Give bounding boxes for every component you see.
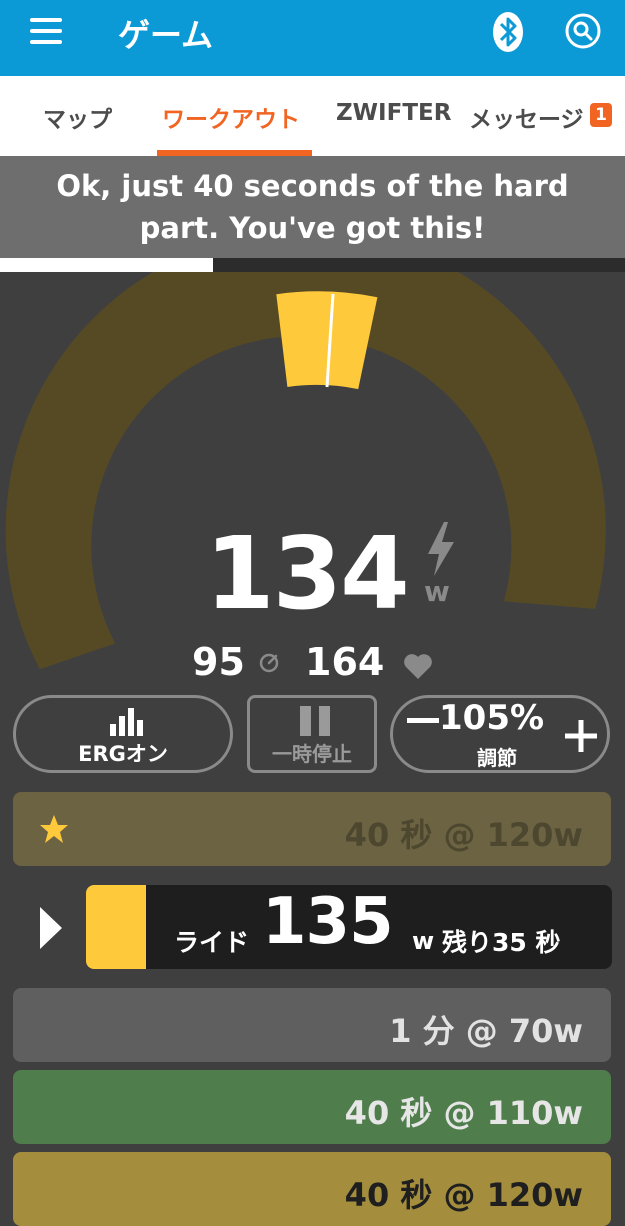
page-title: ゲーム — [118, 16, 214, 54]
intensity-value: 105% — [439, 698, 545, 738]
tab-map[interactable]: マップ — [43, 100, 112, 134]
erg-bars-icon — [110, 708, 143, 736]
current-interval-marker-icon — [40, 907, 62, 949]
interval-label: 40 秒 @ 110w — [344, 1094, 583, 1132]
intensity-label: 調節 — [477, 746, 517, 770]
workout-progress-fill — [0, 258, 213, 272]
account-search-icon[interactable] — [564, 12, 602, 50]
tab-messages[interactable]: メッセージ — [469, 100, 584, 134]
ride-label: ライド — [174, 928, 250, 957]
coach-message-text: Ok, just 40 seconds of the hard part. Yo… — [56, 169, 569, 245]
interval-next-2: 40 秒 @ 110w — [13, 1070, 611, 1144]
erg-label: ERGオン — [78, 742, 168, 766]
menu-icon[interactable] — [30, 18, 62, 46]
time-remaining: 残り35 秒 — [442, 928, 561, 957]
lightning-bolt-icon — [428, 522, 454, 576]
interval-label: 40 秒 @ 120w — [344, 1176, 583, 1214]
coach-message: Ok, just 40 seconds of the hard part. Yo… — [0, 156, 625, 258]
interval-current: ライド 135 w 残り35 秒 — [86, 885, 612, 969]
target-power-unit: w — [412, 927, 435, 955]
cadence-icon — [259, 653, 279, 673]
current-interval-zone-bar — [86, 885, 146, 969]
interval-previous: 40 秒 @ 120w — [13, 792, 611, 866]
interval-label: 1 分 @ 70w — [389, 1012, 583, 1050]
target-power-value: 135 — [262, 885, 394, 959]
increase-intensity-button[interactable] — [565, 720, 597, 752]
pause-button[interactable]: 一時停止 — [247, 695, 377, 773]
heart-icon — [404, 654, 432, 679]
pause-label: 一時停止 — [272, 742, 352, 766]
interval-next-1: 1 分 @ 70w — [13, 988, 611, 1062]
heart-rate-value: 164 — [305, 640, 385, 684]
app-header: ゲーム — [0, 0, 625, 76]
interval-next-3: 40 秒 @ 120w — [13, 1152, 611, 1226]
power-value: 134 — [205, 515, 410, 632]
erg-toggle-button[interactable]: ERGオン — [13, 695, 233, 773]
interval-label: 40 秒 @ 120w — [344, 816, 583, 854]
tab-zwifter[interactable]: ZWIFTER — [336, 100, 451, 126]
workout-progress-bar — [0, 258, 625, 272]
power-unit: w — [424, 575, 450, 608]
tab-bar: マップ ワークアウト ZWIFTER メッセージ 1 — [0, 76, 625, 156]
messages-badge: 1 — [590, 103, 612, 127]
cadence-value: 95 — [192, 640, 245, 684]
tab-workout[interactable]: ワークアウト — [162, 100, 300, 134]
pause-icon — [300, 706, 330, 736]
intensity-adjust-control: 105% 調節 — [390, 695, 610, 773]
star-icon — [40, 815, 68, 843]
bluetooth-icon[interactable] — [490, 10, 526, 54]
decrease-intensity-button[interactable] — [407, 718, 439, 723]
